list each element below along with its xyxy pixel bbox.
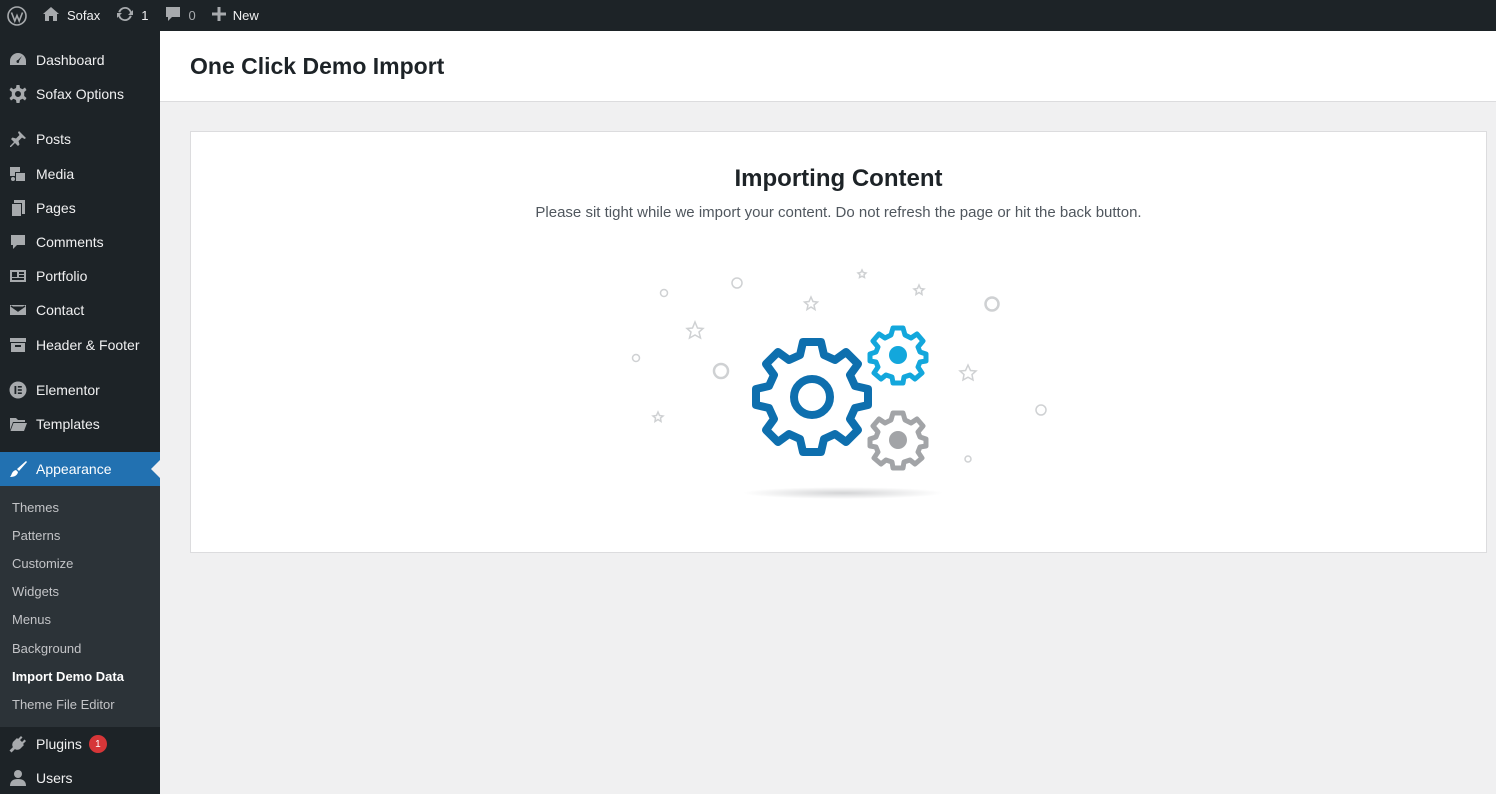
import-description: Please sit tight while we import your co… [535,204,1142,221]
import-heading: Importing Content [734,165,943,192]
user-icon [0,768,36,788]
updates-count: 1 [141,8,149,23]
comment-bubble-icon [164,6,182,25]
sidebar-item-posts[interactable]: Posts [0,122,160,156]
submenu-item-menus[interactable]: Menus [0,606,160,634]
submenu-item-patterns[interactable]: Patterns [0,521,160,549]
small-gray-gear-icon [867,410,929,471]
sidebar-item-label: Header & Footer [36,337,140,353]
submenu-item-widgets[interactable]: Widgets [0,578,160,606]
sidebar-item-appearance[interactable]: Appearance [0,452,160,486]
sidebar-item-header-footer[interactable]: Header & Footer [0,328,160,362]
sidebar-item-portfolio[interactable]: Portfolio [0,259,160,293]
comments-link[interactable]: 0 [156,0,203,31]
submenu-item-import-demo-data[interactable]: Import Demo Data [0,662,160,690]
sidebar-item-label: Portfolio [36,268,88,284]
home-icon [42,6,60,25]
sidebar-item-templates[interactable]: Templates [0,407,160,441]
sidebar-item-label: Dashboard [36,52,105,68]
admin-sidebar: Dashboard Sofax Options Posts Media Page… [0,31,160,794]
dashboard-icon [0,50,36,70]
active-indicator [151,460,160,478]
admin-bar: Sofax 1 0 New [0,0,1496,31]
mail-icon [0,300,36,320]
sidebar-item-label: Templates [36,416,100,432]
plug-icon [0,734,36,754]
folder-icon [0,414,36,434]
small-blue-gear-icon [867,325,929,386]
sidebar-item-label: Users [36,770,73,786]
appearance-submenu: Themes Patterns Customize Widgets Menus … [0,486,160,727]
sidebar-item-label: Posts [36,131,72,147]
import-card: Importing Content Please sit tight while… [190,131,1487,553]
site-name-link[interactable]: Sofax [34,0,108,31]
plus-icon [211,7,226,24]
page-header: One Click Demo Import [160,31,1496,102]
sidebar-item-label: Contact [36,302,85,318]
sidebar-item-comments[interactable]: Comments [0,225,160,259]
gear-icon [0,84,36,104]
sidebar-item-media[interactable]: Media [0,157,160,191]
sidebar-item-label: Comments [36,234,104,250]
site-name: Sofax [67,8,101,23]
wordpress-logo-icon[interactable] [0,0,34,31]
submenu-item-theme-file-editor[interactable]: Theme File Editor [0,690,160,718]
new-label: New [232,8,259,23]
updates-link[interactable]: 1 [108,0,156,31]
brush-icon [0,459,36,479]
gear-shadow [743,487,943,499]
sidebar-item-contact[interactable]: Contact [0,293,160,327]
updates-icon [116,5,134,26]
media-icon [0,164,36,184]
sidebar-item-label: Appearance [36,461,112,477]
sidebar-item-label: Media [36,166,75,182]
sidebar-item-label: Pages [36,200,76,216]
page-title: One Click Demo Import [190,53,445,79]
elementor-icon [0,380,36,400]
pages-icon [0,198,36,218]
sidebar-item-pages[interactable]: Pages [0,191,160,225]
portfolio-icon [0,266,36,286]
importing-gears-illustration [631,268,1047,499]
archive-icon [0,335,36,355]
sidebar-item-dashboard[interactable]: Dashboard [0,43,160,77]
sidebar-item-users[interactable]: Users [0,761,160,794]
comment-icon [0,232,36,252]
submenu-item-background[interactable]: Background [0,634,160,662]
pin-icon [0,129,36,149]
plugins-update-badge: 1 [88,735,107,753]
new-content-link[interactable]: New [204,0,267,31]
sidebar-item-plugins[interactable]: Plugins 1 [0,727,160,761]
sidebar-item-label: Plugins [36,736,82,752]
comments-count: 0 [188,8,196,23]
sidebar-item-sofax-options[interactable]: Sofax Options [0,77,160,111]
submenu-item-themes[interactable]: Themes [0,493,160,521]
sidebar-item-label: Sofax Options [36,86,124,102]
large-gear-icon [752,338,872,456]
submenu-item-customize[interactable]: Customize [0,549,160,577]
sidebar-item-label: Elementor [36,382,100,398]
sidebar-item-elementor[interactable]: Elementor [0,373,160,407]
